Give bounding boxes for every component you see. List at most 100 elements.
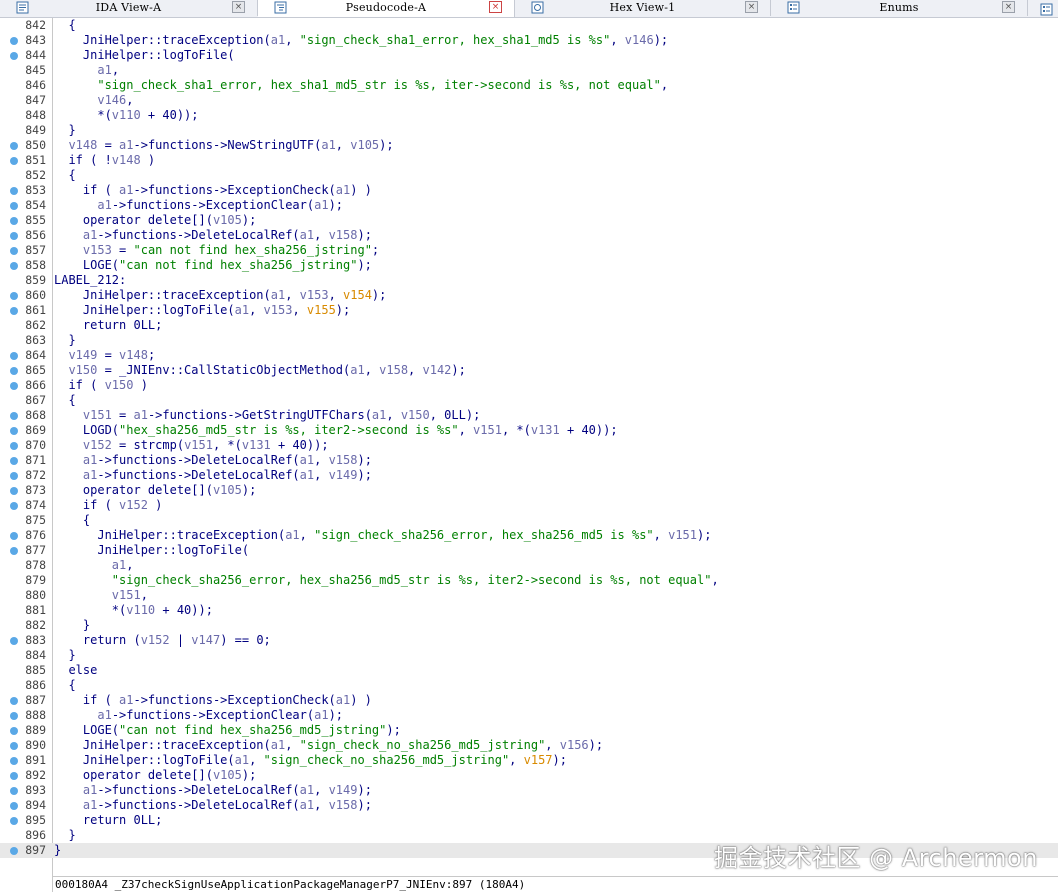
variable-token[interactable]: a1 xyxy=(300,228,314,242)
code-line[interactable]: 890 JniHelper::traceException(a1, "sign_… xyxy=(0,738,1058,753)
variable-token[interactable]: v151 xyxy=(112,588,141,602)
code-line[interactable]: 851 if ( !v148 ) xyxy=(0,153,1058,168)
variable-token[interactable]: v156 xyxy=(560,738,589,752)
code-text[interactable]: if ( a1->functions->ExceptionCheck(a1) ) xyxy=(54,183,372,198)
code-text[interactable]: "sign_check_sha1_error, hex_sha1_md5_str… xyxy=(54,78,668,93)
code-text[interactable]: if ( v152 ) xyxy=(54,498,163,513)
code-text[interactable]: JniHelper::logToFile(a1, v153, v155); xyxy=(54,303,350,318)
code-line[interactable]: 866 if ( v150 ) xyxy=(0,378,1058,393)
code-line[interactable]: 881 *(v110 + 40)); xyxy=(0,603,1058,618)
variable-token[interactable]: v110 xyxy=(126,603,155,617)
variable-token[interactable]: v110 xyxy=(112,108,141,122)
breakpoint-marker-icon[interactable] xyxy=(10,367,18,375)
code-line[interactable]: 845 a1, xyxy=(0,63,1058,78)
variable-token[interactable]: v150 xyxy=(68,363,97,377)
code-line[interactable]: 862 return 0LL; xyxy=(0,318,1058,333)
code-line[interactable]: 892 operator delete[](v105); xyxy=(0,768,1058,783)
variable-token[interactable]: v153 xyxy=(83,243,112,257)
variable-token[interactable]: a1 xyxy=(119,693,133,707)
variable-token[interactable]: a1 xyxy=(235,303,249,317)
code-line[interactable]: 869 LOGD("hex_sha256_md5_str is %s, iter… xyxy=(0,423,1058,438)
variable-token[interactable]: v150 xyxy=(105,378,134,392)
code-text[interactable]: if ( !v148 ) xyxy=(54,153,155,168)
code-line[interactable]: 894 a1->functions->DeleteLocalRef(a1, v1… xyxy=(0,798,1058,813)
code-text[interactable]: v153 = "can not find hex_sha256_jstring"… xyxy=(54,243,379,258)
breakpoint-marker-icon[interactable] xyxy=(10,502,18,510)
code-line[interactable]: 863 } xyxy=(0,333,1058,348)
breakpoint-marker-icon[interactable] xyxy=(10,697,18,705)
variable-token[interactable]: v131 xyxy=(242,438,271,452)
variable-token[interactable]: a1 xyxy=(271,738,285,752)
code-text[interactable]: { xyxy=(54,513,90,528)
code-text[interactable]: if ( a1->functions->ExceptionCheck(a1) ) xyxy=(54,693,372,708)
variable-token[interactable]: v149 xyxy=(329,783,358,797)
breakpoint-marker-icon[interactable] xyxy=(10,142,18,150)
variable-token[interactable]: v105 xyxy=(213,213,242,227)
code-text[interactable]: v151 = a1->functions->GetStringUTFChars(… xyxy=(54,408,480,423)
variable-token[interactable]: v158 xyxy=(379,363,408,377)
code-line[interactable]: 844 JniHelper::logToFile( xyxy=(0,48,1058,63)
breakpoint-marker-icon[interactable] xyxy=(10,712,18,720)
breakpoint-marker-icon[interactable] xyxy=(10,232,18,240)
variable-token[interactable]: v153 xyxy=(264,303,293,317)
variable-token[interactable]: v151 xyxy=(184,438,213,452)
variable-token[interactable]: a1 xyxy=(314,708,328,722)
breakpoint-marker-icon[interactable] xyxy=(10,742,18,750)
variable-token[interactable]: v142 xyxy=(423,363,452,377)
code-line[interactable]: 882 } xyxy=(0,618,1058,633)
code-line[interactable]: 875 { xyxy=(0,513,1058,528)
code-text[interactable]: } xyxy=(54,123,75,138)
code-line[interactable]: 867 { xyxy=(0,393,1058,408)
variable-token[interactable]: a1 xyxy=(271,288,285,302)
variable-token[interactable]: v105 xyxy=(213,483,242,497)
code-line[interactable]: 848 *(v110 + 40)); xyxy=(0,108,1058,123)
variable-token[interactable]: a1 xyxy=(83,228,97,242)
code-text[interactable]: } xyxy=(54,333,75,348)
breakpoint-marker-icon[interactable] xyxy=(10,547,18,555)
breakpoint-marker-icon[interactable] xyxy=(10,772,18,780)
code-text[interactable]: } xyxy=(54,648,75,663)
code-line[interactable]: 870 v152 = strcmp(v151, *(v131 + 40)); xyxy=(0,438,1058,453)
breakpoint-marker-icon[interactable] xyxy=(10,52,18,60)
code-text[interactable]: JniHelper::traceException(a1, "sign_chec… xyxy=(54,33,668,48)
breakpoint-marker-icon[interactable] xyxy=(10,802,18,810)
code-line[interactable]: 877 JniHelper::logToFile( xyxy=(0,543,1058,558)
variable-token[interactable]: v151 xyxy=(668,528,697,542)
code-line[interactable]: 873 operator delete[](v105); xyxy=(0,483,1058,498)
code-text[interactable]: "sign_check_sha256_error, hex_sha256_md5… xyxy=(54,573,719,588)
breakpoint-marker-icon[interactable] xyxy=(10,472,18,480)
code-text[interactable]: a1->functions->DeleteLocalRef(a1, v158); xyxy=(54,453,372,468)
code-line[interactable]: 891 JniHelper::logToFile(a1, "sign_check… xyxy=(0,753,1058,768)
breakpoint-marker-icon[interactable] xyxy=(10,847,18,855)
code-line[interactable]: 885 else xyxy=(0,663,1058,678)
variable-token[interactable]: a1 xyxy=(119,183,133,197)
variable-token[interactable]: v105 xyxy=(213,768,242,782)
variable-token[interactable]: a1 xyxy=(300,453,314,467)
variable-token[interactable]: v152 xyxy=(119,498,148,512)
variable-token[interactable]: a1 xyxy=(235,753,249,767)
variable-token[interactable]: v153 xyxy=(300,288,329,302)
code-line[interactable]: 843 JniHelper::traceException(a1, "sign_… xyxy=(0,33,1058,48)
code-line[interactable]: 855 operator delete[](v105); xyxy=(0,213,1058,228)
breakpoint-marker-icon[interactable] xyxy=(10,787,18,795)
code-text[interactable]: JniHelper::traceException(a1, "sign_chec… xyxy=(54,738,603,753)
code-text[interactable]: JniHelper::logToFile(a1, "sign_check_no_… xyxy=(54,753,567,768)
code-line[interactable]: 879 "sign_check_sha256_error, hex_sha256… xyxy=(0,573,1058,588)
code-text[interactable]: JniHelper::traceException(a1, "sign_chec… xyxy=(54,528,711,543)
variable-token[interactable]: v152 xyxy=(83,438,112,452)
breakpoint-marker-icon[interactable] xyxy=(10,247,18,255)
code-text[interactable]: return 0LL; xyxy=(54,813,162,828)
variable-token[interactable]: v131 xyxy=(531,423,560,437)
code-line[interactable]: 886 { xyxy=(0,678,1058,693)
code-line[interactable]: 887 if ( a1->functions->ExceptionCheck(a… xyxy=(0,693,1058,708)
variable-token[interactable]: a1 xyxy=(83,798,97,812)
variable-token[interactable]: v147 xyxy=(191,633,220,647)
code-text[interactable]: a1->functions->ExceptionClear(a1); xyxy=(54,198,343,213)
code-text[interactable]: LOGD("hex_sha256_md5_str is %s, iter2->s… xyxy=(54,423,618,438)
code-line[interactable]: 888 a1->functions->ExceptionClear(a1); xyxy=(0,708,1058,723)
variable-token[interactable]: a1 xyxy=(83,453,97,467)
tab-enums[interactable]: Enums × xyxy=(771,0,1028,16)
variable-token[interactable]: v146 xyxy=(97,93,126,107)
variable-token[interactable]: a1 xyxy=(300,468,314,482)
code-text[interactable]: JniHelper::logToFile( xyxy=(54,48,235,63)
